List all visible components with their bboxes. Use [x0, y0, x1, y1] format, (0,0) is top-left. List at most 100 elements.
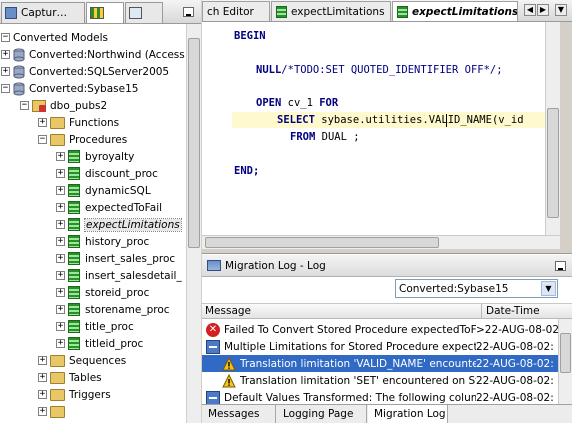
minimize-log-button[interactable] — [555, 261, 566, 271]
expand-icon[interactable]: + — [56, 186, 65, 195]
dropdown-arrow-icon[interactable]: ▼ — [541, 281, 556, 296]
expand-icon[interactable]: + — [1, 67, 10, 76]
column-divider[interactable] — [481, 304, 482, 319]
tab-list-dropdown-button[interactable]: ▼ — [555, 4, 567, 16]
tree-item-procedure[interactable]: + storeid_proc — [56, 284, 149, 301]
tree-item-model-northwind[interactable]: + Converted:Northwind (Access — [1, 46, 185, 63]
tree-folder-triggers[interactable]: + Triggers — [38, 386, 111, 403]
tree-item-procedure[interactable]: + byroyalty — [56, 148, 134, 165]
code-line-select: SELECT sybase.utilities.VALID_NAME(v_id — [277, 112, 524, 128]
expand-icon[interactable]: + — [56, 152, 65, 161]
collapse-icon[interactable]: − — [20, 101, 29, 110]
tab-expectlimitations-1[interactable]: expectLimitations — [271, 1, 391, 21]
tab-search-editor[interactable]: ch Editor — [202, 1, 270, 21]
tab-scroll-right-button[interactable]: ▶ — [537, 4, 549, 16]
tab-label: expectLimitations — [291, 5, 385, 18]
column-header-date-time[interactable]: Date-Time — [486, 305, 540, 317]
tree-folder-sequences[interactable]: + Sequences — [38, 352, 126, 369]
collapse-icon[interactable]: − — [38, 135, 47, 144]
tree-item-procedure[interactable]: + titleid_proc — [56, 335, 143, 352]
expand-icon[interactable]: + — [38, 407, 47, 416]
expand-icon[interactable]: + — [56, 220, 65, 229]
tab-scroll-left-button[interactable]: ◀ — [524, 4, 536, 16]
code-editor[interactable]: BEGIN NULL/*TODO:SET QUOTED_IDENTIFIER O… — [202, 22, 556, 235]
expand-icon[interactable]: + — [56, 322, 65, 331]
expand-icon[interactable]: + — [56, 339, 65, 348]
procedure-label: storeid_proc — [85, 286, 150, 299]
tree-folder-partial[interactable]: + — [38, 403, 69, 420]
expand-icon[interactable]: + — [38, 356, 47, 365]
folder-label: Sequences — [69, 354, 127, 367]
expand-icon[interactable]: + — [56, 169, 65, 178]
model-label: Converted:SQLServer2005 — [29, 65, 170, 78]
keyword-end: END; — [234, 165, 260, 177]
tree-item-procedure[interactable]: + expectedToFail — [56, 199, 162, 216]
minimize-left-pane-button[interactable] — [183, 7, 194, 17]
collapse-icon[interactable]: − — [1, 84, 10, 93]
tab-migration-log[interactable]: Migration Log — [368, 405, 448, 423]
collapse-icon[interactable]: − — [1, 33, 10, 42]
expand-icon[interactable]: + — [56, 271, 65, 280]
tree-item-procedure[interactable]: + insert_salesdetail_ — [56, 267, 182, 284]
log-title: Migration Log - Log — [225, 259, 326, 272]
expand-icon[interactable]: + — [56, 305, 65, 314]
tab-messages[interactable]: Messages — [202, 405, 276, 423]
tree-folder-tables[interactable]: + Tables — [38, 369, 102, 386]
tree-item-procedure[interactable]: + dynamicSQL — [56, 182, 151, 199]
tab-logging-page[interactable]: Logging Page — [277, 405, 367, 423]
tree-item-model-sqlserver[interactable]: + Converted:SQLServer2005 — [1, 63, 169, 80]
tab-find-database-object[interactable] — [125, 2, 163, 23]
expand-icon[interactable]: + — [38, 390, 47, 399]
tree-folder-procedures[interactable]: − Procedures — [38, 131, 127, 148]
scroll-thumb[interactable] — [560, 333, 571, 373]
expand-icon[interactable]: + — [56, 203, 65, 212]
expand-icon[interactable]: + — [38, 118, 47, 127]
tree-item-procedure[interactable]: + storename_proc — [56, 301, 170, 318]
expand-icon[interactable]: + — [38, 373, 47, 382]
procedure-icon — [68, 184, 80, 197]
scroll-thumb[interactable] — [188, 38, 200, 248]
log-message: Default Values Transformed: The followin… — [224, 391, 476, 404]
tab-label: expectLimitations — [412, 5, 518, 18]
model-label: Converted:Sybase15 — [29, 82, 139, 95]
tree-item-procedure[interactable]: + title_proc — [56, 318, 134, 335]
tree-item-procedure[interactable]: + insert_sales_proc — [56, 250, 175, 267]
editor-horizontal-scrollbar[interactable] — [202, 235, 560, 249]
warning-icon — [222, 356, 236, 371]
left-pane-tabs: Captur… — [0, 0, 201, 24]
expand-icon[interactable]: + — [56, 237, 65, 246]
editor-vertical-scrollbar[interactable] — [545, 22, 560, 235]
expand-icon[interactable]: + — [56, 288, 65, 297]
expand-icon[interactable]: + — [56, 254, 65, 263]
expand-icon[interactable]: + — [1, 50, 10, 59]
log-row[interactable]: Multiple Limitations for Stored Procedur… — [202, 338, 558, 355]
tree-item-schema[interactable]: − dbo_pubs2 — [20, 97, 107, 114]
log-row[interactable]: Translation limitation 'SET' encountered… — [202, 372, 558, 389]
tree-item-procedure[interactable]: + expectLimitations — [56, 216, 182, 233]
tab-expectlimitations-2[interactable]: expectLimitations — [392, 1, 518, 21]
tree-folder-functions[interactable]: + Functions — [38, 114, 119, 131]
procedure-icon — [68, 150, 80, 163]
tab-converted-models[interactable] — [86, 2, 124, 23]
column-header-message[interactable]: Message — [205, 305, 251, 317]
procedure-label: discount_proc — [85, 167, 158, 180]
tree-vertical-scrollbar[interactable] — [186, 24, 201, 423]
tree-item-model-sybase[interactable]: − Converted:Sybase15 — [1, 80, 138, 97]
scroll-thumb[interactable] — [205, 237, 439, 248]
folder-icon — [50, 405, 65, 418]
keyword-from: FROM — [290, 131, 316, 143]
procedure-label: expectLimitations — [84, 217, 182, 232]
tree-item-procedure[interactable]: + history_proc — [56, 233, 149, 250]
tab-captured-models[interactable]: Captur… — [1, 2, 85, 23]
warning-icon — [222, 373, 236, 388]
log-row[interactable]: ✕ Failed To Convert Stored Procedure expe… — [202, 321, 558, 338]
captured-models-icon — [5, 7, 17, 19]
procedure-icon — [68, 252, 80, 265]
tree-item-procedure[interactable]: + discount_proc — [56, 165, 158, 182]
scroll-thumb[interactable] — [547, 108, 559, 218]
tree-root-converted-models[interactable]: − Converted Models — [1, 29, 108, 46]
log-vertical-scrollbar[interactable] — [558, 319, 572, 404]
procedure-icon — [68, 235, 80, 248]
log-source-select[interactable]: Converted:Sybase15 ▼ — [395, 279, 558, 298]
log-row[interactable]: Translation limitation 'VALID_NAME' enco… — [202, 355, 558, 372]
